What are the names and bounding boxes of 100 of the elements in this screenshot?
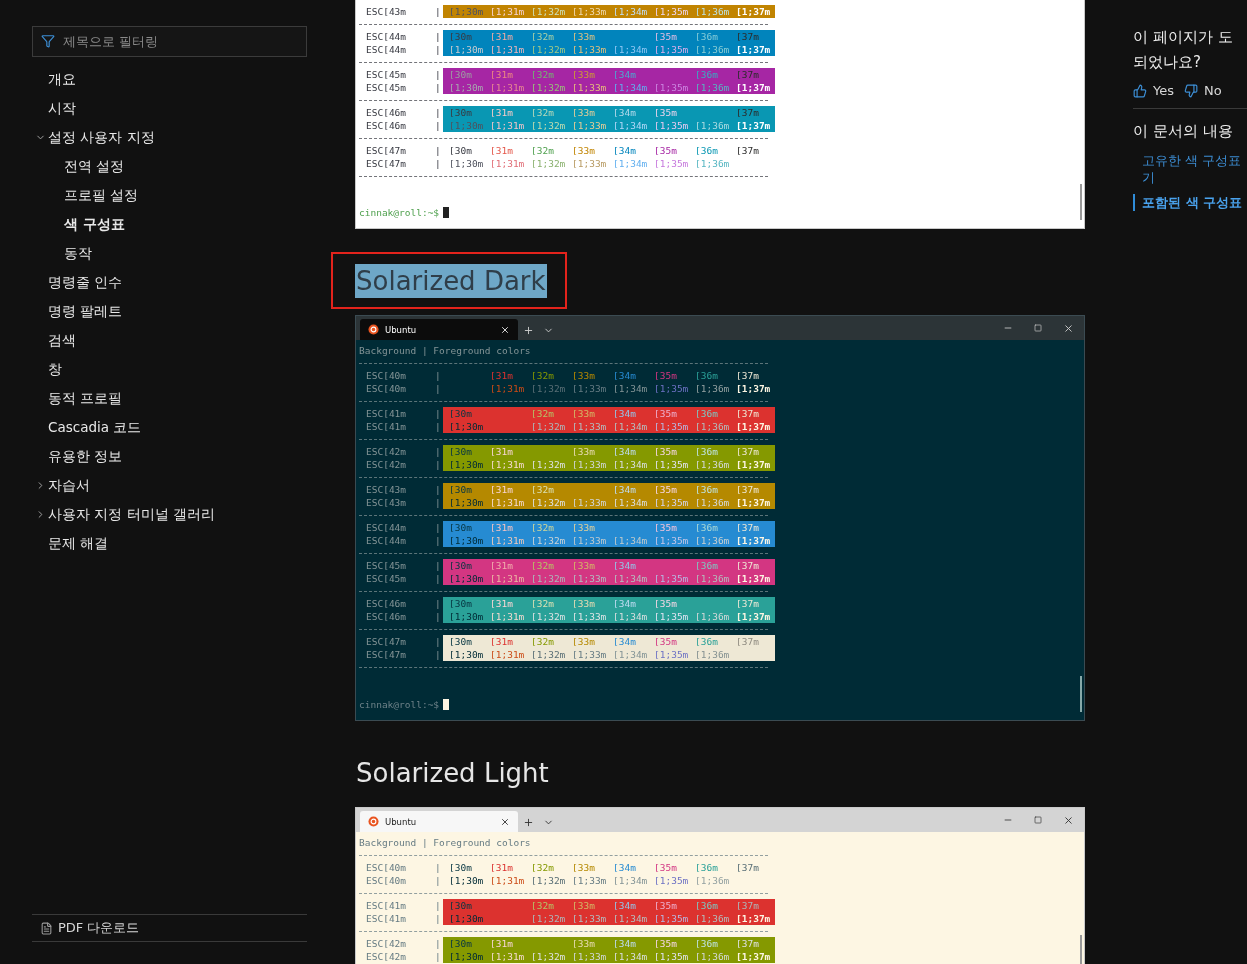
nav-link[interactable]: 유용한 정보 xyxy=(48,447,123,466)
nav-link[interactable]: 전역 설정 xyxy=(64,157,125,176)
nav-link[interactable]: 프로필 설정 xyxy=(64,186,139,205)
color-code: [37m xyxy=(736,559,760,572)
column-divider: | xyxy=(435,648,441,661)
close-icon[interactable] xyxy=(1062,322,1074,334)
plus-icon[interactable] xyxy=(522,816,534,828)
color-code: [1;34m xyxy=(613,420,649,433)
filter-field[interactable]: 제목으로 필터링 xyxy=(32,26,307,57)
nav-link[interactable]: 동적 프로필 xyxy=(48,389,123,408)
color-code: [1;35m xyxy=(654,912,690,925)
color-code: [34m xyxy=(613,68,637,81)
color-code: [37m xyxy=(736,407,760,420)
color-code: [1;37m xyxy=(736,382,772,395)
nav-link[interactable]: 동작 xyxy=(64,244,92,263)
escape-code: ESC[43m xyxy=(366,496,407,509)
color-code: [1;30m xyxy=(449,496,485,509)
scrollbar[interactable] xyxy=(1080,676,1082,712)
color-code: [1;33m xyxy=(572,382,608,395)
nav-link[interactable]: 문제 해결 xyxy=(48,534,109,553)
color-code: [34m xyxy=(613,861,637,874)
color-code: [37m xyxy=(736,483,760,496)
color-code: [1;36m xyxy=(695,912,731,925)
color-code: [33m xyxy=(572,861,596,874)
close-icon[interactable] xyxy=(500,324,510,335)
color-code: [30m xyxy=(449,407,473,420)
nav-link[interactable]: 설정 사용자 지정 xyxy=(48,128,155,147)
color-code: [1;37m xyxy=(736,534,772,547)
tab-title: Ubuntu xyxy=(385,816,418,827)
maximize-icon[interactable] xyxy=(1034,816,1042,824)
column-divider: | xyxy=(435,407,441,420)
nav-link[interactable]: 창 xyxy=(48,360,62,379)
color-code: [35m xyxy=(654,407,678,420)
color-code: [32m xyxy=(531,407,555,420)
color-code: [33m xyxy=(572,559,596,572)
color-code: [37m xyxy=(736,144,760,157)
color-code: [1;37m xyxy=(736,119,772,132)
color-code: [33m xyxy=(572,521,596,534)
column-divider: | xyxy=(435,30,441,43)
color-code: [1;35m xyxy=(654,534,690,547)
nav-link[interactable]: 자습서 xyxy=(48,476,90,495)
color-code: [1;32m xyxy=(531,610,567,623)
color-code: [1;35m xyxy=(654,610,690,623)
column-divider: | xyxy=(435,382,441,395)
color-code: [1;32m xyxy=(531,119,567,132)
thumbs-down-icon xyxy=(1184,83,1198,98)
yes-button[interactable]: Yes xyxy=(1133,83,1174,98)
no-button[interactable]: No xyxy=(1184,83,1222,98)
terminal-tab[interactable]: Ubuntu xyxy=(360,811,518,832)
color-code: [1;31m xyxy=(490,534,526,547)
color-code: [32m xyxy=(531,30,555,43)
nav-link[interactable]: 명령 팔레트 xyxy=(48,302,123,321)
pdf-download-link[interactable]: PDF 다운로드 xyxy=(40,919,140,937)
color-code: [37m xyxy=(736,369,760,382)
color-code: [1;35m xyxy=(654,496,690,509)
escape-code: ESC[41m xyxy=(366,899,407,912)
color-code: [37m xyxy=(736,30,760,43)
color-code: [1;32m xyxy=(531,912,567,925)
color-code: [1;33m xyxy=(572,874,608,887)
plus-icon[interactable] xyxy=(522,324,534,336)
column-divider: | xyxy=(435,899,441,912)
nav-link[interactable]: 개요 xyxy=(48,70,76,89)
color-code: [1;32m xyxy=(531,420,567,433)
nav-link[interactable]: 색 구성표 xyxy=(64,215,125,234)
color-code: [1;32m xyxy=(531,950,567,963)
scrollbar[interactable] xyxy=(1080,184,1082,220)
scrollbar[interactable] xyxy=(1080,935,1082,964)
cursor xyxy=(443,699,450,710)
color-code: [1;37m xyxy=(736,496,772,509)
column-divider: | xyxy=(435,458,441,471)
toc-link[interactable]: 고유한 색 구성표 기 xyxy=(1133,152,1247,186)
color-code: [1;34m xyxy=(613,43,649,56)
terminal-tab[interactable]: Ubuntu xyxy=(360,319,518,340)
close-icon[interactable] xyxy=(500,816,510,827)
toc-link[interactable]: 포함된 색 구성표 xyxy=(1133,194,1247,211)
nav-link[interactable]: 사용자 지정 터미널 갤러리 xyxy=(48,505,215,524)
nav-link[interactable]: 검색 xyxy=(48,331,76,350)
color-code: [31m xyxy=(490,106,514,119)
color-code: [1;34m xyxy=(613,81,649,94)
color-code: [33m xyxy=(572,144,596,157)
color-code: [1;31m xyxy=(490,648,526,661)
column-divider: | xyxy=(435,81,441,94)
color-code: [32m xyxy=(531,68,555,81)
nav-link[interactable]: Cascadia 코드 xyxy=(48,418,142,437)
close-icon[interactable] xyxy=(1062,814,1074,826)
color-code: [1;34m xyxy=(613,534,649,547)
color-code: [1;34m xyxy=(613,912,649,925)
color-code: [35m xyxy=(654,106,678,119)
color-code: [34m xyxy=(613,597,637,610)
nav-link[interactable]: 명령줄 인수 xyxy=(48,273,123,292)
column-divider: | xyxy=(435,521,441,534)
escape-code: ESC[42m xyxy=(366,458,407,471)
column-divider: | xyxy=(435,369,441,382)
color-code: [1;33m xyxy=(572,43,608,56)
color-code: [30m xyxy=(449,937,473,950)
nav-link[interactable]: 시작 xyxy=(48,99,76,118)
color-code: [1;32m xyxy=(531,572,567,585)
color-code: [1;35m xyxy=(654,874,690,887)
color-code: [30m xyxy=(449,445,473,458)
column-divider: | xyxy=(435,534,441,547)
